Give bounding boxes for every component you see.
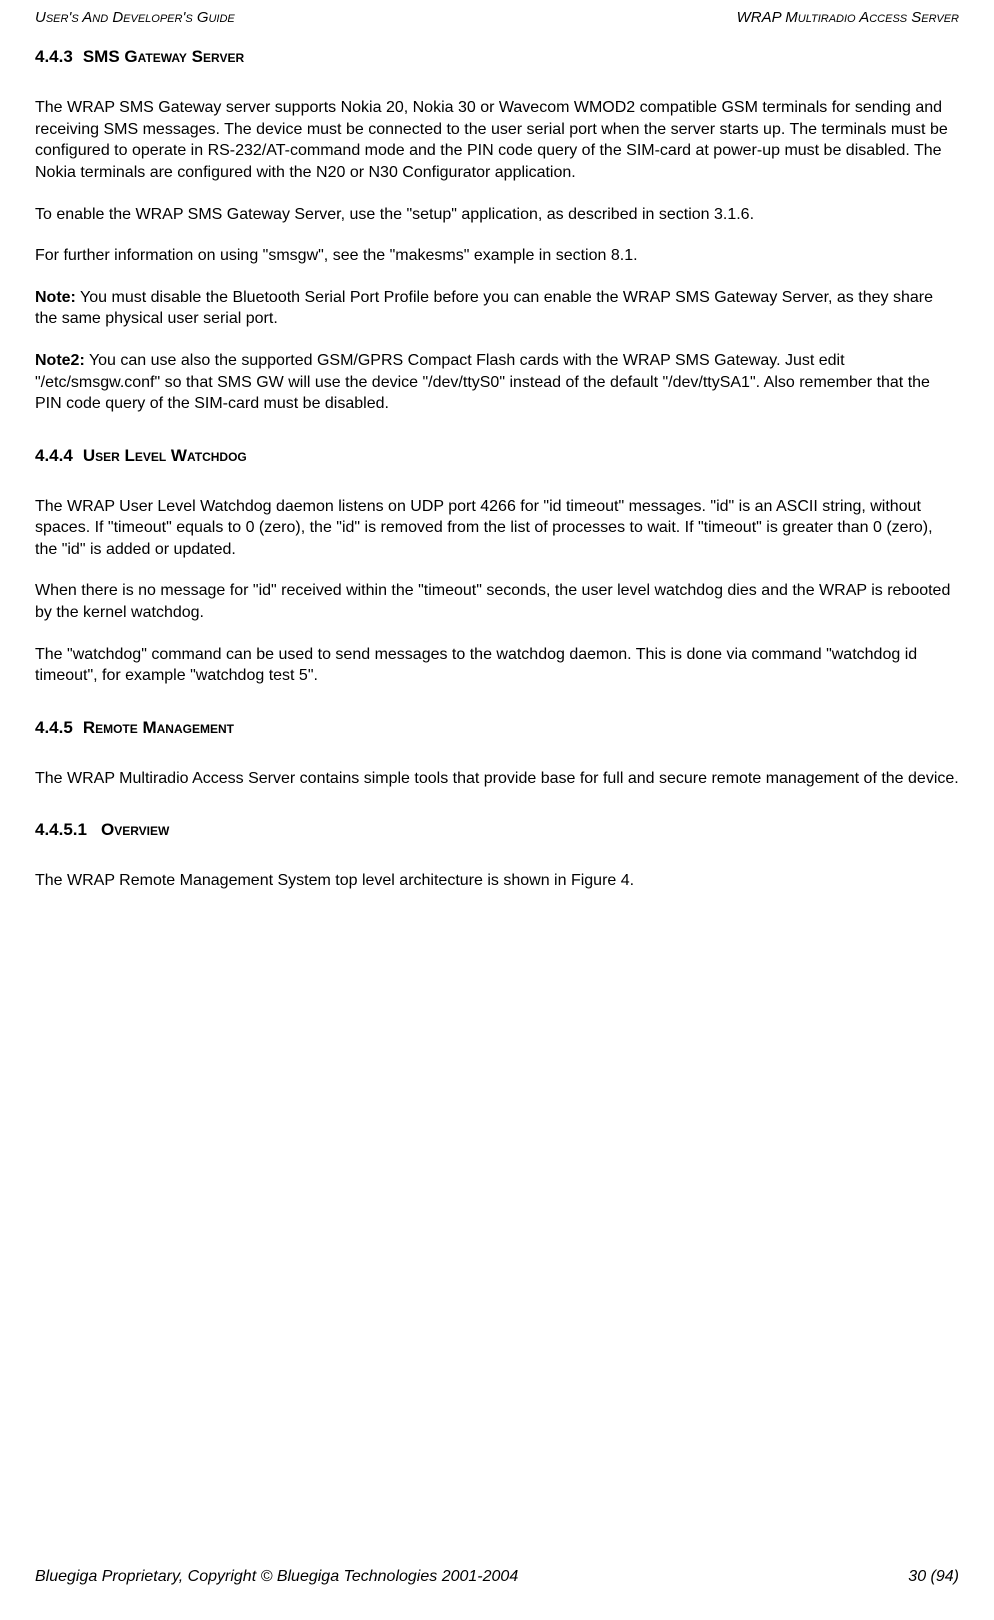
paragraph: The WRAP Multiradio Access Server contai… <box>35 768 959 790</box>
paragraph: The WRAP SMS Gateway server supports Nok… <box>35 97 959 183</box>
note-text: You must disable the Bluetooth Serial Po… <box>35 289 933 328</box>
heading-number: 4.4.3 <box>35 47 73 66</box>
paragraph: The "watchdog" command can be used to se… <box>35 644 959 687</box>
heading-title: SMS Gateway Server <box>83 47 244 66</box>
paragraph: To enable the WRAP SMS Gateway Server, u… <box>35 204 959 226</box>
page-header: User's And Developer's Guide WRAP Multir… <box>35 8 959 28</box>
note-paragraph: Note: You must disable the Bluetooth Ser… <box>35 287 959 330</box>
page-footer: Bluegiga Proprietary, Copyright © Bluegi… <box>35 1566 959 1588</box>
heading-4-4-5: 4.4.5 Remote Management <box>35 717 959 740</box>
note-label: Note2: <box>35 352 85 369</box>
note-label: Note: <box>35 289 76 306</box>
heading-number: 4.4.5.1 <box>35 820 87 839</box>
heading-title: Remote Management <box>83 718 234 737</box>
note-text: You can use also the supported GSM/GPRS … <box>35 352 930 412</box>
header-right: WRAP Multiradio Access Server <box>737 8 959 28</box>
paragraph: The WRAP Remote Management System top le… <box>35 870 959 892</box>
heading-title: User Level Watchdog <box>83 446 247 465</box>
heading-4-4-3: 4.4.3 SMS Gateway Server <box>35 46 959 69</box>
heading-number: 4.4.5 <box>35 718 73 737</box>
heading-4-4-4: 4.4.4 User Level Watchdog <box>35 445 959 468</box>
section-remote-management: 4.4.5 Remote Management The WRAP Multirad… <box>35 717 959 790</box>
paragraph: The WRAP User Level Watchdog daemon list… <box>35 496 959 561</box>
paragraph: When there is no message for "id" receiv… <box>35 580 959 623</box>
heading-number: 4.4.4 <box>35 446 73 465</box>
heading-4-4-5-1: 4.4.5.1 Overview <box>35 819 959 842</box>
heading-title: Overview <box>101 820 169 839</box>
header-left: User's And Developer's Guide <box>35 8 235 28</box>
section-overview: 4.4.5.1 Overview The WRAP Remote Manageme… <box>35 819 959 892</box>
note-paragraph: Note2: You can use also the supported GS… <box>35 350 959 415</box>
section-user-level-watchdog: 4.4.4 User Level Watchdog The WRAP User L… <box>35 445 959 687</box>
section-sms-gateway: 4.4.3 SMS Gateway Server The WRAP SMS Gat… <box>35 46 959 414</box>
paragraph: For further information on using "smsgw"… <box>35 245 959 267</box>
footer-right: 30 (94) <box>908 1566 959 1588</box>
footer-left: Bluegiga Proprietary, Copyright © Bluegi… <box>35 1566 518 1588</box>
